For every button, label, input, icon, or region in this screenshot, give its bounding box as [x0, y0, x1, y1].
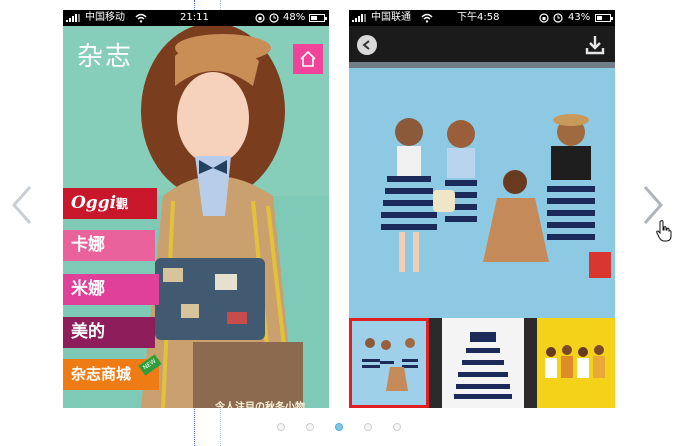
wifi-icon [135, 13, 147, 23]
previous-arrow-button[interactable] [10, 185, 34, 225]
signal-icon [66, 14, 82, 22]
download-icon [585, 36, 605, 55]
page-dot-5[interactable] [393, 423, 401, 431]
battery-percentage: 43% [568, 12, 591, 23]
status-bar: 中国联通 下午4:58 43% [349, 10, 615, 26]
wifi-icon [421, 13, 433, 23]
page-dot-2[interactable] [306, 423, 314, 431]
menu-item-oggi-suffix: 觀 [116, 197, 129, 211]
main-photo [349, 62, 615, 318]
back-button[interactable] [357, 35, 377, 55]
rotation-lock-icon [255, 13, 265, 23]
page-dot-1[interactable] [277, 423, 285, 431]
menu-item-mina[interactable]: 米娜 [63, 274, 159, 305]
battery-percentage: 48% [283, 12, 306, 23]
thumbnail-strip [349, 318, 615, 408]
home-icon [300, 50, 316, 67]
thumbnail-selected[interactable] [349, 318, 429, 408]
alarm-icon [269, 13, 279, 23]
thumbnail-image-yellow [537, 318, 615, 408]
home-button[interactable] [293, 44, 323, 74]
alarm-icon [553, 13, 563, 23]
signal-icon [352, 14, 368, 22]
rotation-lock-icon [539, 13, 549, 23]
menu-item-bide[interactable]: 美的 [63, 317, 155, 348]
status-bar: 中国移动 21:11 48% [63, 10, 329, 26]
clock: 下午4:58 [457, 12, 500, 23]
page-dot-3[interactable] [335, 423, 343, 431]
download-button[interactable] [585, 34, 605, 56]
back-arrow-icon [362, 40, 370, 50]
clock: 21:11 [180, 12, 209, 23]
menu-item-oggi[interactable]: Oggi觀 [63, 188, 157, 219]
group-photo-image [349, 62, 615, 318]
page-dot-4[interactable] [364, 423, 372, 431]
carrier-label: 中国移动 [85, 12, 125, 23]
hand-cursor-icon [656, 220, 672, 242]
cover-caption: 令人注目の秋冬小物 [215, 402, 305, 408]
magazine-home-screen: 杂志 Oggi觀 卡娜 米娜 美的 杂志商城 NEW 令人注目の秋冬小物 [63, 26, 329, 408]
thumbnail-dress[interactable] [442, 318, 524, 408]
thumbnail-image-dress [442, 318, 524, 408]
battery-icon [309, 14, 327, 22]
menu-item-kana[interactable]: 卡娜 [63, 230, 155, 261]
magazine-logo: 杂志 [77, 42, 134, 72]
thumbnail-yellow[interactable] [537, 318, 615, 408]
menu-item-oggi-label: Oggi [71, 193, 117, 213]
phone-screenshot-left: 中国移动 21:11 48% 杂志 Oggi觀 卡娜 米娜 美的 杂志商城 NE… [63, 10, 329, 408]
battery-icon [595, 14, 613, 22]
carrier-label: 中国联通 [371, 12, 411, 23]
phone-screenshot-right: 中国联通 下午4:58 43% [349, 10, 615, 408]
viewer-toolbar [349, 26, 615, 62]
thumbnail-image-group [352, 321, 426, 405]
chevron-left-icon [11, 186, 32, 224]
